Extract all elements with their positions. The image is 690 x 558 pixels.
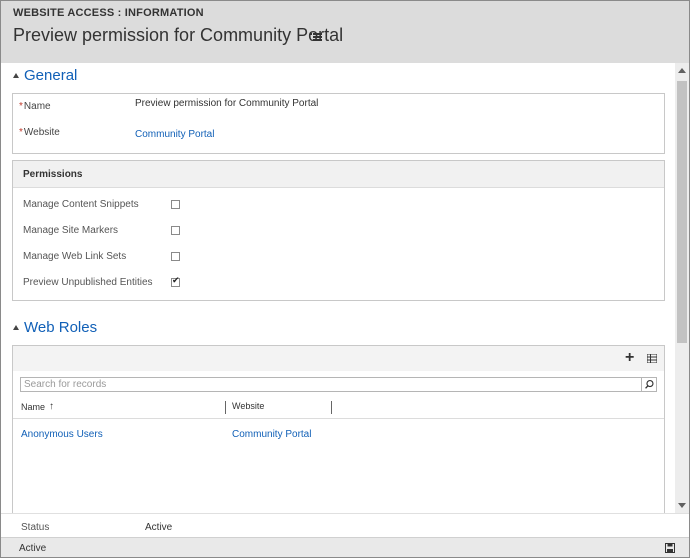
section-general-title: General bbox=[24, 67, 78, 84]
column-header-name[interactable]: Name ↑ bbox=[21, 401, 54, 412]
permission-row: Manage Web Link Sets bbox=[23, 251, 180, 262]
collapse-icon bbox=[13, 325, 19, 330]
manage-site-markers-checkbox[interactable] bbox=[171, 226, 180, 235]
web-role-name-link[interactable]: Anonymous Users bbox=[21, 429, 103, 440]
status-label: Status bbox=[21, 522, 50, 533]
manage-web-link-sets-checkbox[interactable] bbox=[171, 252, 180, 261]
column-divider[interactable] bbox=[331, 401, 332, 414]
sort-ascending-icon: ↑ bbox=[49, 401, 55, 412]
status-bar: Active bbox=[1, 537, 689, 557]
scroll-down-icon[interactable] bbox=[678, 503, 686, 508]
permission-label: Manage Content Snippets bbox=[23, 199, 139, 210]
permission-row: Preview Unpublished Entities bbox=[23, 276, 180, 288]
permission-label: Manage Web Link Sets bbox=[23, 251, 127, 262]
field-name-value[interactable]: Preview permission for Community Portal bbox=[135, 98, 318, 112]
section-web-roles-title: Web Roles bbox=[24, 319, 98, 336]
save-icon[interactable] bbox=[665, 543, 675, 553]
scroll-up-icon[interactable] bbox=[678, 68, 686, 73]
permission-row: Manage Content Snippets bbox=[23, 199, 180, 210]
page-title: Preview permission for Community Portal bbox=[13, 25, 344, 45]
list-menu-icon[interactable] bbox=[310, 31, 322, 43]
preview-unpublished-entities-checkbox[interactable] bbox=[171, 276, 180, 287]
status-bar-text: Active bbox=[19, 543, 47, 554]
form-window: WEBSITE ACCESS : INFORMATION Preview per… bbox=[0, 0, 690, 558]
form-header: WEBSITE ACCESS : INFORMATION Preview per… bbox=[1, 1, 689, 63]
column-divider[interactable] bbox=[225, 401, 226, 414]
permissions-header: Permissions bbox=[13, 161, 664, 188]
field-name-label: *Name bbox=[19, 101, 51, 112]
grid-toolbar: + bbox=[13, 346, 664, 371]
section-web-roles-header[interactable]: Web Roles bbox=[13, 319, 97, 336]
permission-label: Preview Unpublished Entities bbox=[23, 277, 153, 288]
search-input[interactable]: Search for records bbox=[20, 377, 657, 392]
web-roles-grid: + Search for records Name ↑ Website Anon… bbox=[12, 345, 665, 513]
grid-view-icon[interactable] bbox=[647, 354, 657, 363]
web-role-website-link[interactable]: Community Portal bbox=[232, 429, 311, 440]
required-icon: * bbox=[19, 127, 23, 138]
permissions-box: Permissions Manage Content Snippets Mana… bbox=[12, 160, 665, 301]
required-icon: * bbox=[19, 101, 23, 112]
column-header-website[interactable]: Website bbox=[232, 401, 264, 411]
permission-label: Manage Site Markers bbox=[23, 225, 119, 236]
field-name: *Name Preview permission for Community P… bbox=[19, 98, 318, 112]
vertical-scrollbar[interactable] bbox=[675, 63, 689, 513]
collapse-icon bbox=[13, 73, 19, 78]
status-field-row: Status Active bbox=[1, 513, 689, 537]
permission-row: Manage Site Markers bbox=[23, 225, 180, 236]
add-record-icon[interactable]: + bbox=[625, 350, 636, 366]
entity-label: WEBSITE ACCESS : INFORMATION bbox=[13, 7, 204, 19]
search-icon[interactable] bbox=[641, 377, 657, 392]
grid-header-divider bbox=[13, 418, 664, 419]
form-content: General *Name Preview permission for Com… bbox=[1, 63, 675, 513]
status-value: Active bbox=[145, 522, 173, 533]
field-website-link[interactable]: Community Portal bbox=[135, 129, 214, 140]
field-website: *Website Community Portal bbox=[19, 127, 214, 140]
section-general-header[interactable]: General bbox=[13, 67, 77, 84]
general-box: *Name Preview permission for Community P… bbox=[12, 93, 665, 154]
scroll-thumb[interactable] bbox=[677, 81, 687, 343]
field-website-label: *Website bbox=[19, 127, 60, 138]
manage-content-snippets-checkbox[interactable] bbox=[171, 200, 180, 209]
